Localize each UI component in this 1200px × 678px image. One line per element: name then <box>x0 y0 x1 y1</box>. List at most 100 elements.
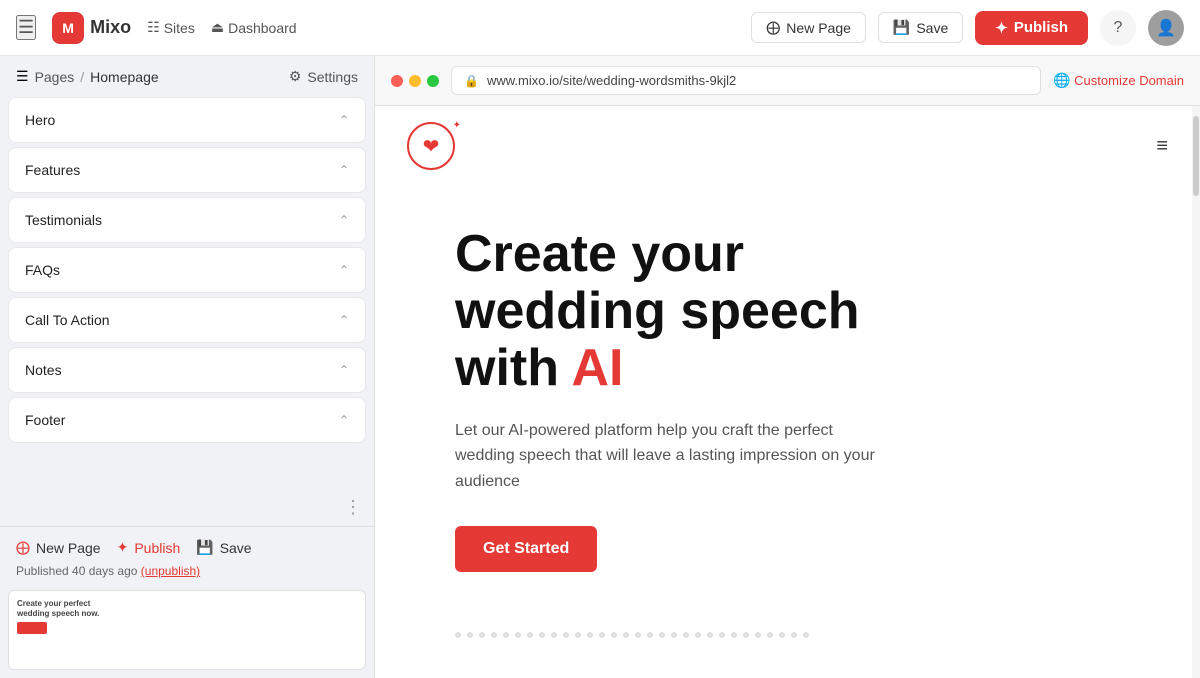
new-page-button[interactable]: ⨁ New Page <box>751 12 866 43</box>
unpublish-link[interactable]: (unpublish) <box>141 564 200 578</box>
dot <box>575 632 581 638</box>
published-info: Published 40 days ago (unpublish) <box>16 564 358 578</box>
dot <box>635 632 641 638</box>
breadcrumb: ☰ Pages / Homepage <box>16 68 159 85</box>
sidebar-save-label: Save <box>220 540 252 556</box>
section-item[interactable]: Hero ⌃ <box>8 97 366 143</box>
customize-domain-button[interactable]: 🌐 Customize Domain <box>1053 72 1184 89</box>
cta-label: Get Started <box>483 540 569 557</box>
browser-dot-red <box>391 75 403 87</box>
sidebar-publish-button[interactable]: ✦ Publish <box>117 539 181 556</box>
plus-icon: ⨁ <box>766 19 780 36</box>
dot <box>755 632 761 638</box>
dot <box>611 632 617 638</box>
nav-left: ☰ M Mixo ☷ Sites ⏏ Dashboard <box>16 12 735 44</box>
section-item[interactable]: Testimonials ⌃ <box>8 197 366 243</box>
dot <box>563 632 569 638</box>
avatar[interactable]: 👤 <box>1148 10 1184 46</box>
thumb-text: Create your perfectwedding speech now. <box>17 599 357 618</box>
breadcrumb-current: Homepage <box>90 69 159 85</box>
settings-label: Settings <box>307 69 358 85</box>
chevron-up-icon: ⌃ <box>339 163 349 177</box>
dot <box>683 632 689 638</box>
section-item-label: Hero <box>25 112 55 128</box>
publish-button[interactable]: ✦ Publish <box>975 11 1088 45</box>
sidebar-publish-label: Publish <box>134 540 180 556</box>
site-logo: ❤ <box>407 122 455 170</box>
site-hamburger-icon: ≡ <box>1156 135 1168 158</box>
help-button[interactable]: ? <box>1100 10 1136 46</box>
hero-title: Create your wedding speech with AI <box>455 226 1120 398</box>
section-item[interactable]: FAQs ⌃ <box>8 247 366 293</box>
dot <box>455 632 461 638</box>
sidebar-new-page-button[interactable]: ⨁ New Page <box>16 539 101 556</box>
breadcrumb-icon: ☰ <box>16 68 29 85</box>
published-text: Published 40 days ago <box>16 564 137 578</box>
hero-title-ai: AI <box>572 339 624 397</box>
chevron-up-icon: ⌃ <box>339 113 349 127</box>
section-item-label: Notes <box>25 362 62 378</box>
top-nav: ☰ M Mixo ☷ Sites ⏏ Dashboard ⨁ New Page … <box>0 0 1200 56</box>
dot <box>731 632 737 638</box>
scrollbar[interactable] <box>1192 106 1200 678</box>
url-text: www.mixo.io/site/wedding-wordsmiths-9kjl… <box>487 73 736 88</box>
dashboard-icon: ⏏ <box>211 19 224 36</box>
save-icon: 💾 <box>893 19 910 36</box>
dot <box>527 632 533 638</box>
logo-icon: M <box>52 12 84 44</box>
site-content: ❤ ≡ Create your wedding speech with AI L… <box>375 106 1200 678</box>
hero-title-line1: Create your <box>455 225 744 283</box>
customize-domain-label: Customize Domain <box>1074 73 1184 88</box>
dot <box>695 632 701 638</box>
sites-link[interactable]: ☷ Sites <box>147 19 195 36</box>
dot <box>707 632 713 638</box>
dot <box>767 632 773 638</box>
save-label: Save <box>916 20 948 36</box>
dot <box>623 632 629 638</box>
section-item-label: FAQs <box>25 262 60 278</box>
dashboard-label: Dashboard <box>228 20 297 36</box>
gear-icon: ⚙ <box>289 68 302 85</box>
dot <box>479 632 485 638</box>
sites-icon: ☷ <box>147 19 160 36</box>
publish-icon: ✦ <box>995 19 1008 37</box>
section-item[interactable]: Footer ⌃ <box>8 397 366 443</box>
sidebar-save-button[interactable]: 💾 Save <box>196 539 251 556</box>
sidebar-plus-icon: ⨁ <box>16 539 30 556</box>
section-item-label: Footer <box>25 412 65 428</box>
dot <box>503 632 509 638</box>
logo: M Mixo <box>52 12 131 44</box>
browser-dot-yellow <box>409 75 421 87</box>
breadcrumb-pages[interactable]: Pages <box>35 69 75 85</box>
dot <box>515 632 521 638</box>
chevron-up-icon: ⌃ <box>339 263 349 277</box>
dashboard-link[interactable]: ⏏ Dashboard <box>211 19 297 36</box>
sidebar-actions: ⨁ New Page ✦ Publish 💾 Save <box>16 539 358 556</box>
section-item[interactable]: Features ⌃ <box>8 147 366 193</box>
sidebar-save-icon: 💾 <box>196 539 213 556</box>
section-item-label: Testimonials <box>25 212 102 228</box>
url-bar[interactable]: 🔒 www.mixo.io/site/wedding-wordsmiths-9k… <box>451 66 1041 95</box>
more-options-button[interactable]: ⋮ <box>340 493 366 522</box>
hamburger-button[interactable]: ☰ <box>16 15 36 40</box>
settings-button[interactable]: ⚙ Settings <box>289 68 358 85</box>
dot <box>587 632 593 638</box>
hero-subtitle: Let our AI-powered platform help you cra… <box>455 418 895 495</box>
hero-cta-button[interactable]: Get Started <box>455 526 597 572</box>
hero-title-line2: wedding speech <box>455 282 860 340</box>
dot <box>539 632 545 638</box>
save-button[interactable]: 💾 Save <box>878 12 963 43</box>
section-item[interactable]: Call To Action ⌃ <box>8 297 366 343</box>
dots-decoration <box>375 612 1200 658</box>
sidebar: ☰ Pages / Homepage ⚙ Settings Hero ⌃ Fea… <box>0 56 375 678</box>
lock-icon: 🔒 <box>464 74 479 88</box>
globe-icon: 🌐 <box>1053 72 1070 88</box>
dot <box>659 632 665 638</box>
thumbnail-area: Create your perfectwedding speech now. <box>0 590 374 678</box>
section-item-label: Call To Action <box>25 312 110 328</box>
scrollbar-thumb <box>1193 116 1199 196</box>
dot <box>719 632 725 638</box>
section-item[interactable]: Notes ⌃ <box>8 347 366 393</box>
browser-dot-green <box>427 75 439 87</box>
publish-label: Publish <box>1014 19 1068 36</box>
